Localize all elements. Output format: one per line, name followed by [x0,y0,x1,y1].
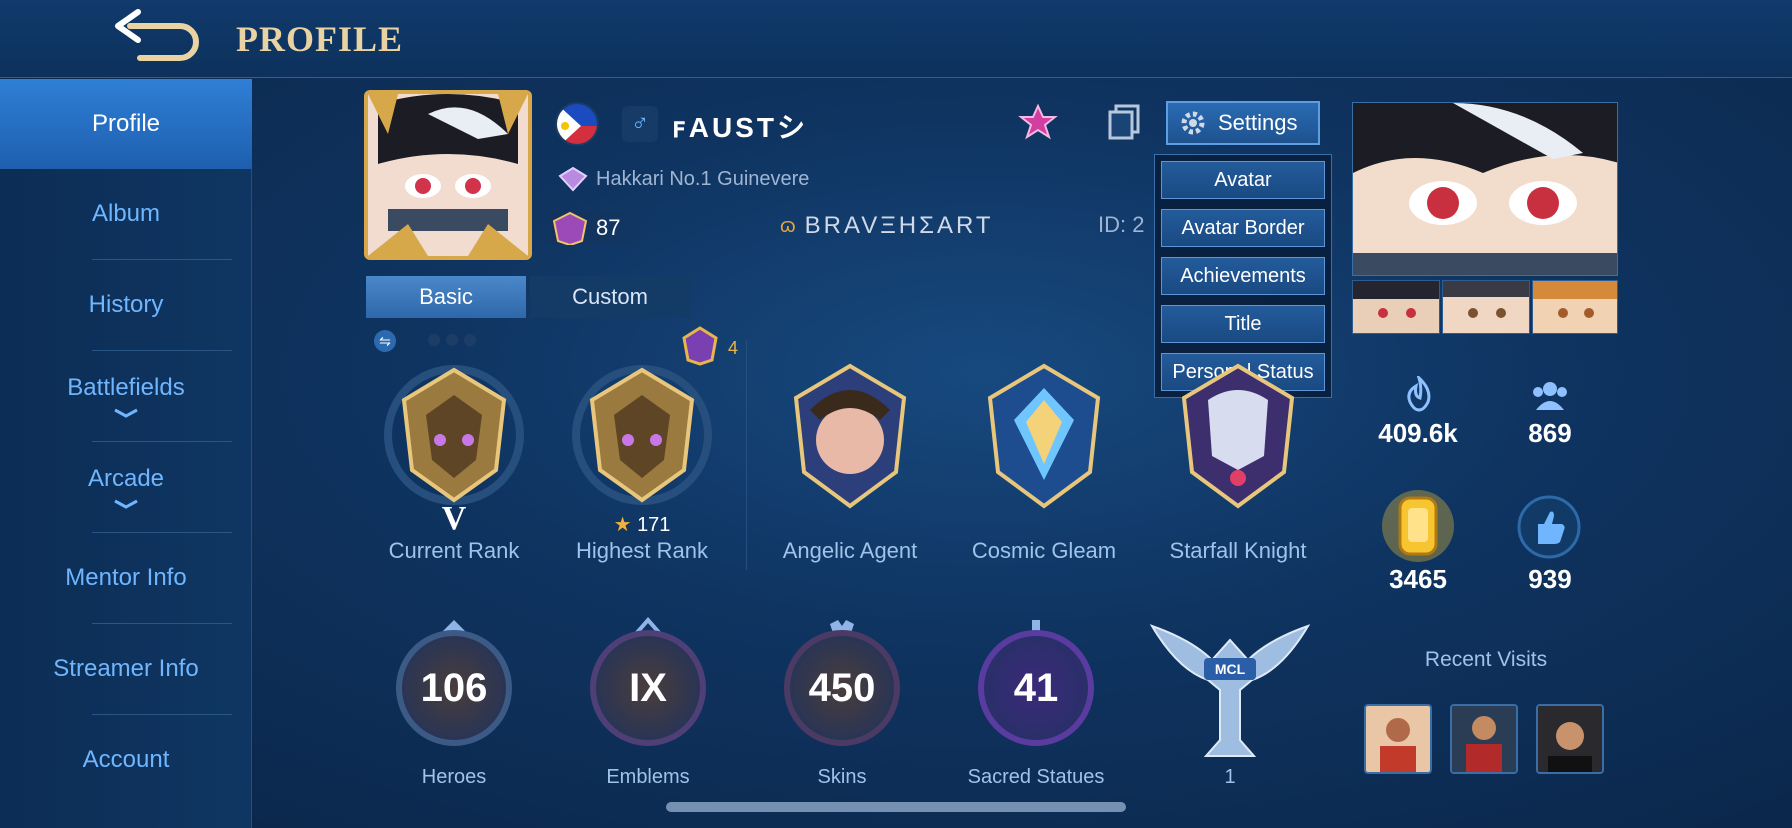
gear-icon [1181,111,1205,135]
popularity-fire-icon [1407,376,1431,412]
recent-visits-title: Recent Visits [1424,648,1548,671]
dropdown-item-avatar[interactable]: Avatar [1161,161,1325,199]
page-dot [428,334,440,346]
sidebar-item-label: Mentor Info [65,564,187,591]
emblems-level[interactable]: IX [590,630,706,746]
skins-count[interactable]: 450 [784,630,900,746]
highest-rank-stars: ★ 171 [542,512,742,537]
player-name: ꜰAUSTシ [672,112,808,143]
tab-custom[interactable]: Custom [530,276,690,318]
skin-label: Cosmic Gleam [971,538,1117,563]
highest-rank-stars-value: 171 [637,514,671,536]
swap-icon[interactable]: ⇋ [374,330,396,352]
sidebar-item-label: Profile [91,110,161,137]
sidebar-item-battlefields[interactable]: Battlefields [0,351,252,441]
squad-name[interactable]: ɷ BRAVΞHΣART [780,212,994,240]
page-dot [446,334,458,346]
current-rank-label: Current Rank [388,538,520,563]
horizontal-scrollbar[interactable] [666,802,1126,812]
sidebar-item-arcade[interactable]: Arcade [0,442,252,532]
sidebar-item-history[interactable]: History [0,260,252,350]
player-avatar[interactable] [364,90,532,260]
sidebar-item-label: History [88,291,164,318]
emblems-label: Emblems [606,766,690,788]
charisma-value: 3465 [1389,564,1447,594]
mcl-trophy-icon[interactable]: MCL [1142,620,1318,760]
section-divider [746,340,747,570]
sidebar-item-label: Account [82,746,170,773]
skins-label: Skins [817,766,867,788]
friends-icon [1533,382,1567,410]
sidebar-item-label: Arcade [87,465,165,492]
sidebar-item-profile[interactable]: Profile [0,79,252,169]
gallery-icon[interactable] [1106,104,1142,140]
male-gender-icon: ♂ [622,106,658,142]
likes-value: 939 [1528,564,1572,594]
featured-hero-portrait[interactable] [1352,102,1618,276]
visitor-avatar[interactable] [1450,704,1518,774]
page-dot [464,334,476,346]
squad-label: BRAVΞHΣART [804,212,994,239]
popularity-value: 409.6k [1378,418,1458,448]
sidebar-item-album[interactable]: Album [0,169,252,259]
level-value: 87 [596,215,621,240]
angelic-agent-skin-icon[interactable] [780,360,920,510]
current-rank-emblem-icon[interactable] [384,360,524,510]
sacred-statues-count[interactable]: 41 [978,630,1094,746]
chevron-down-icon [114,499,138,509]
mythic-count: 4 [728,338,739,358]
header-bar: PROFILE [0,0,1792,78]
hero-title-icon [558,166,588,192]
hero-thumbnail[interactable] [1442,280,1530,334]
tab-basic[interactable]: Basic [366,276,526,318]
hero-portrait-image [1353,103,1617,275]
highest-rank-label: Highest Rank [575,538,709,563]
sidebar-item-label: Streamer Info [53,655,199,682]
cosmic-gleam-skin-icon[interactable] [974,360,1114,510]
visitor-avatar[interactable] [1536,704,1604,774]
philippines-flag-icon [555,102,599,146]
squad-icon: ɷ [780,214,799,237]
friends-value: 869 [1528,418,1572,448]
svg-text:MCL: MCL [1215,661,1246,677]
player-id: ID: 2 [1098,212,1145,237]
dropdown-item-avatar-border[interactable]: Avatar Border [1161,209,1325,247]
sidebar: Profile Album History Battlefields Arcad… [0,79,252,828]
profile-tabs: Basic Custom [366,276,690,318]
star-icon: ★ [613,514,632,536]
avatar-portrait [368,94,528,256]
skin-label: Starfall Knight [1169,538,1307,563]
highest-rank-emblem-icon[interactable] [572,360,712,510]
starfall-knight-skin-icon[interactable] [1168,360,1308,510]
player-level: 87 [550,211,658,245]
dropdown-item-achievements[interactable]: Achievements [1161,257,1325,295]
hero-thumbnail[interactable] [1352,280,1440,334]
heroes-label: Heroes [421,766,487,788]
settings-button[interactable]: Settings [1166,101,1320,145]
visitor-avatar[interactable] [1364,704,1432,774]
title-badge[interactable]: Hakkari No.1 Guinevere [558,166,809,192]
charisma-lantern-icon[interactable] [1376,484,1460,562]
skin-label: Angelic Agent [782,538,918,563]
mcl-count: 1 [1224,766,1236,788]
sidebar-item-account[interactable]: Account [0,715,252,805]
hero-thumbnail[interactable] [1532,280,1618,334]
sidebar-item-streamer-info[interactable]: Streamer Info [0,624,252,714]
level-badge-icon [552,211,588,245]
star-badge-icon[interactable] [1014,104,1062,140]
settings-label: Settings [1218,110,1298,135]
dropdown-item-title[interactable]: Title [1161,305,1325,343]
title-badge-text: Hakkari No.1 Guinevere [596,167,810,190]
chevron-down-icon [114,408,138,418]
back-arrow-icon[interactable] [110,8,202,68]
page-title: PROFILE [236,19,404,59]
sidebar-item-label: Battlefields [67,374,185,401]
current-rank-numeral: V [441,500,467,537]
likes-thumbs-up-icon[interactable] [1516,494,1582,560]
heroes-count[interactable]: 106 [396,630,512,746]
sidebar-item-label: Album [91,200,161,227]
sacred-statues-label: Sacred Statues [967,766,1105,788]
sidebar-item-mentor-info[interactable]: Mentor Info [0,533,252,623]
